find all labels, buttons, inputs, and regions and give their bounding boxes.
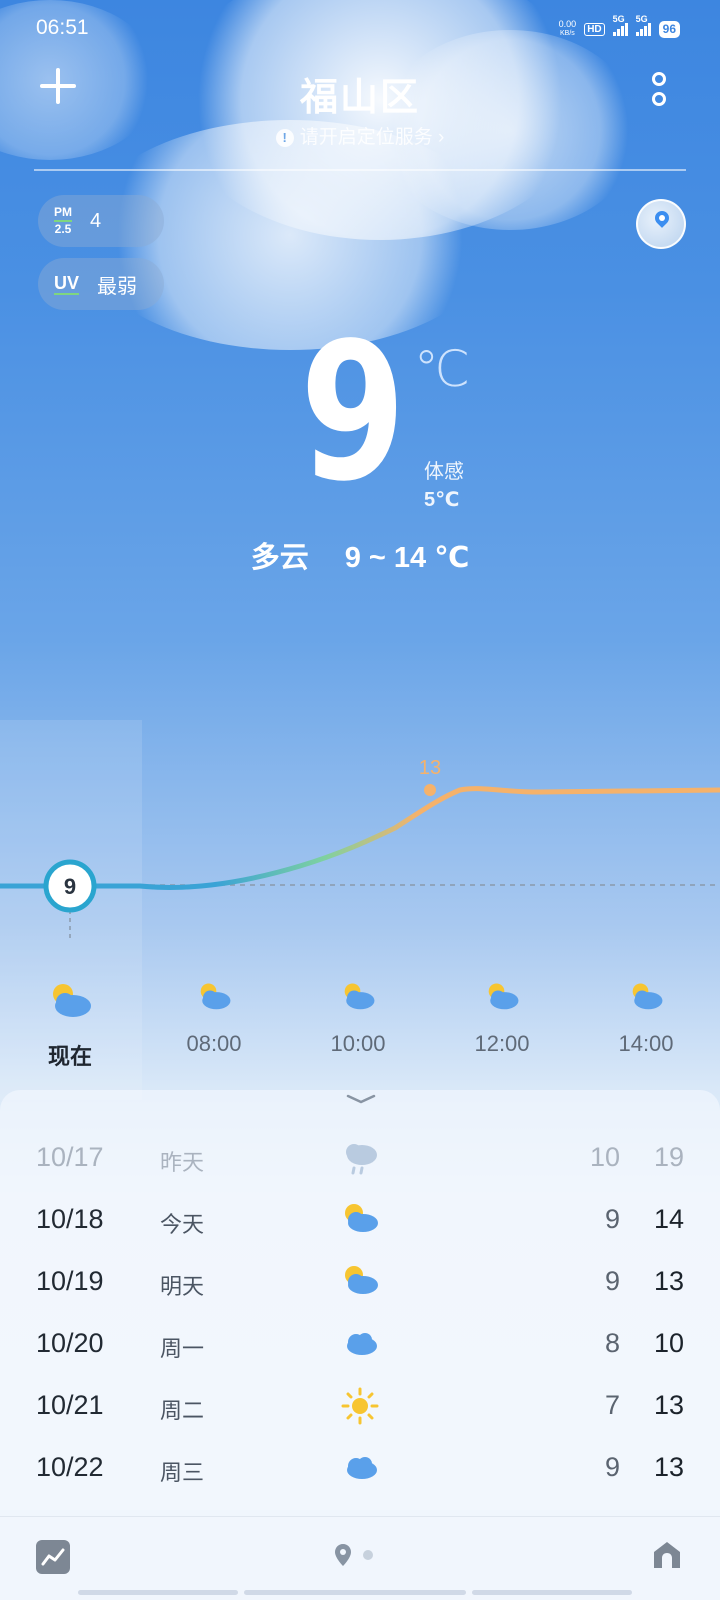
page-dot-icon bbox=[363, 1550, 373, 1560]
header-divider bbox=[34, 169, 686, 171]
cloud-icon bbox=[347, 1333, 377, 1355]
daily-day: 周二 bbox=[160, 1398, 205, 1423]
rain-cloud-icon bbox=[346, 1144, 377, 1175]
daily-high: 13 bbox=[653, 1452, 684, 1482]
city-title: 福山区 bbox=[299, 77, 420, 119]
cloud-icon bbox=[347, 1457, 377, 1479]
daily-high: 14 bbox=[653, 1204, 684, 1234]
daily-date: 10/21 bbox=[36, 1390, 104, 1420]
partly-cloudy-icon bbox=[632, 983, 663, 1010]
daily-date: 10/19 bbox=[36, 1266, 104, 1296]
hd-icon: HD bbox=[584, 22, 605, 36]
trend-chart-icon[interactable] bbox=[36, 1540, 70, 1574]
uv-value: 最弱 bbox=[97, 275, 138, 298]
daily-date: 10/18 bbox=[36, 1204, 104, 1234]
page-indicator bbox=[335, 1544, 373, 1566]
daily-day: 今天 bbox=[160, 1212, 205, 1237]
partly-cloudy-icon bbox=[488, 983, 519, 1010]
peak-temp-label: 13 bbox=[419, 760, 441, 779]
hour-item[interactable]: 14:00 bbox=[596, 980, 696, 1057]
signal-label: 5G bbox=[612, 14, 625, 24]
net-speed-value: 0.00 bbox=[558, 19, 577, 29]
daily-row[interactable]: 10/20 周一 8 10 bbox=[0, 1314, 720, 1376]
chevron-down-icon[interactable] bbox=[346, 1094, 376, 1104]
pm25-chip[interactable]: PM 2.5 4 bbox=[38, 195, 164, 247]
partly-cloudy-icon bbox=[200, 983, 231, 1010]
daily-day: 周一 bbox=[160, 1336, 205, 1361]
temperature-curve bbox=[0, 786, 720, 890]
hour-label: 现在 bbox=[47, 1044, 92, 1069]
daily-row[interactable]: 10/18 今天 9 14 bbox=[0, 1190, 720, 1252]
signal-label: 5G bbox=[635, 14, 648, 24]
partly-cloudy-icon bbox=[345, 1266, 378, 1294]
feels-like-label: 体感 bbox=[424, 461, 464, 483]
more-options-button[interactable] bbox=[650, 72, 668, 108]
pm-label-top: PM bbox=[54, 205, 72, 219]
location-hint-text: 请开启定位服务 › bbox=[299, 127, 445, 148]
map-pin-icon bbox=[652, 208, 672, 228]
battery-icon: 96 bbox=[658, 20, 680, 38]
home-icon[interactable] bbox=[650, 1538, 684, 1572]
daily-low: 9 bbox=[604, 1452, 620, 1482]
daily-date: 10/20 bbox=[36, 1328, 104, 1358]
daily-high: 10 bbox=[653, 1328, 684, 1358]
condition-text: 多云 bbox=[250, 542, 309, 574]
temperature-unit: ℃ bbox=[414, 341, 471, 397]
daily-low: 8 bbox=[604, 1328, 620, 1358]
hour-label: 08:00 bbox=[186, 1031, 242, 1056]
daily-high: 13 bbox=[653, 1390, 684, 1420]
daily-row[interactable]: 10/22 周三 9 13 bbox=[0, 1438, 720, 1500]
hour-item[interactable]: 10:00 bbox=[308, 980, 408, 1057]
weather-summary: 多云 9 ~ 14 ℃ bbox=[0, 534, 720, 576]
feels-like: 体感 5℃ bbox=[424, 458, 464, 514]
hour-label: 12:00 bbox=[474, 1031, 530, 1056]
daily-high: 13 bbox=[653, 1266, 684, 1296]
navigation-handle[interactable] bbox=[78, 1590, 642, 1596]
status-time: 06:51 bbox=[36, 16, 89, 39]
daily-high: 19 bbox=[653, 1142, 684, 1172]
signal-icon: 5G bbox=[612, 14, 628, 36]
peak-point bbox=[424, 784, 436, 796]
pm25-value: 4 bbox=[90, 209, 102, 232]
daily-low: 7 bbox=[604, 1390, 620, 1420]
current-temperature: 9 bbox=[300, 302, 406, 523]
daily-day: 明天 bbox=[160, 1274, 205, 1299]
sun-icon bbox=[341, 1387, 379, 1425]
pm25-icon: PM 2.5 bbox=[54, 206, 72, 236]
signal-icon: 5G bbox=[635, 14, 651, 36]
hourly-forecast: 现在 08:00 10:00 12:00 14:00 bbox=[0, 980, 720, 1070]
hour-item[interactable]: 现在 bbox=[20, 980, 120, 1071]
daily-day: 周三 bbox=[160, 1460, 205, 1485]
partly-cloudy-icon bbox=[345, 1204, 378, 1232]
pm-label-bottom: 2.5 bbox=[54, 222, 72, 236]
hour-item[interactable]: 12:00 bbox=[452, 980, 552, 1057]
warning-icon: ! bbox=[275, 129, 294, 147]
network-speed: 0.00 KB/s bbox=[559, 20, 577, 38]
partly-cloudy-icon bbox=[53, 984, 91, 1017]
status-bar: 06:51 0.00 KB/s HD 5G 5G 96 bbox=[0, 14, 720, 44]
feels-like-value: 5℃ bbox=[424, 489, 460, 511]
map-button[interactable] bbox=[636, 199, 686, 249]
daily-row[interactable]: 10/21 周二 7 13 bbox=[0, 1376, 720, 1438]
net-speed-unit: KB/s bbox=[560, 30, 575, 37]
uv-chip[interactable]: UV 最弱 bbox=[38, 258, 164, 310]
daily-date: 10/17 bbox=[36, 1142, 104, 1172]
hour-label: 10:00 bbox=[330, 1031, 386, 1056]
uv-icon: UV bbox=[54, 273, 80, 295]
hourly-temperature-chart: 13 9 bbox=[0, 760, 720, 940]
daily-day: 昨天 bbox=[160, 1150, 205, 1175]
daily-low: 9 bbox=[604, 1266, 620, 1296]
daily-low: 9 bbox=[604, 1204, 620, 1234]
temperature-range: 9 ~ 14 ℃ bbox=[344, 542, 470, 574]
daily-row[interactable]: 10/17 昨天 10 19 bbox=[0, 1128, 720, 1190]
hour-label: 14:00 bbox=[618, 1031, 674, 1056]
now-temp-label: 9 bbox=[64, 874, 76, 899]
location-hint-link[interactable]: ! 请开启定位服务 › bbox=[0, 122, 720, 149]
daily-row[interactable]: 10/19 明天 9 13 bbox=[0, 1252, 720, 1314]
daily-low: 10 bbox=[589, 1142, 620, 1172]
partly-cloudy-icon bbox=[344, 983, 375, 1010]
hour-item[interactable]: 08:00 bbox=[164, 980, 264, 1057]
daily-date: 10/22 bbox=[36, 1452, 104, 1482]
